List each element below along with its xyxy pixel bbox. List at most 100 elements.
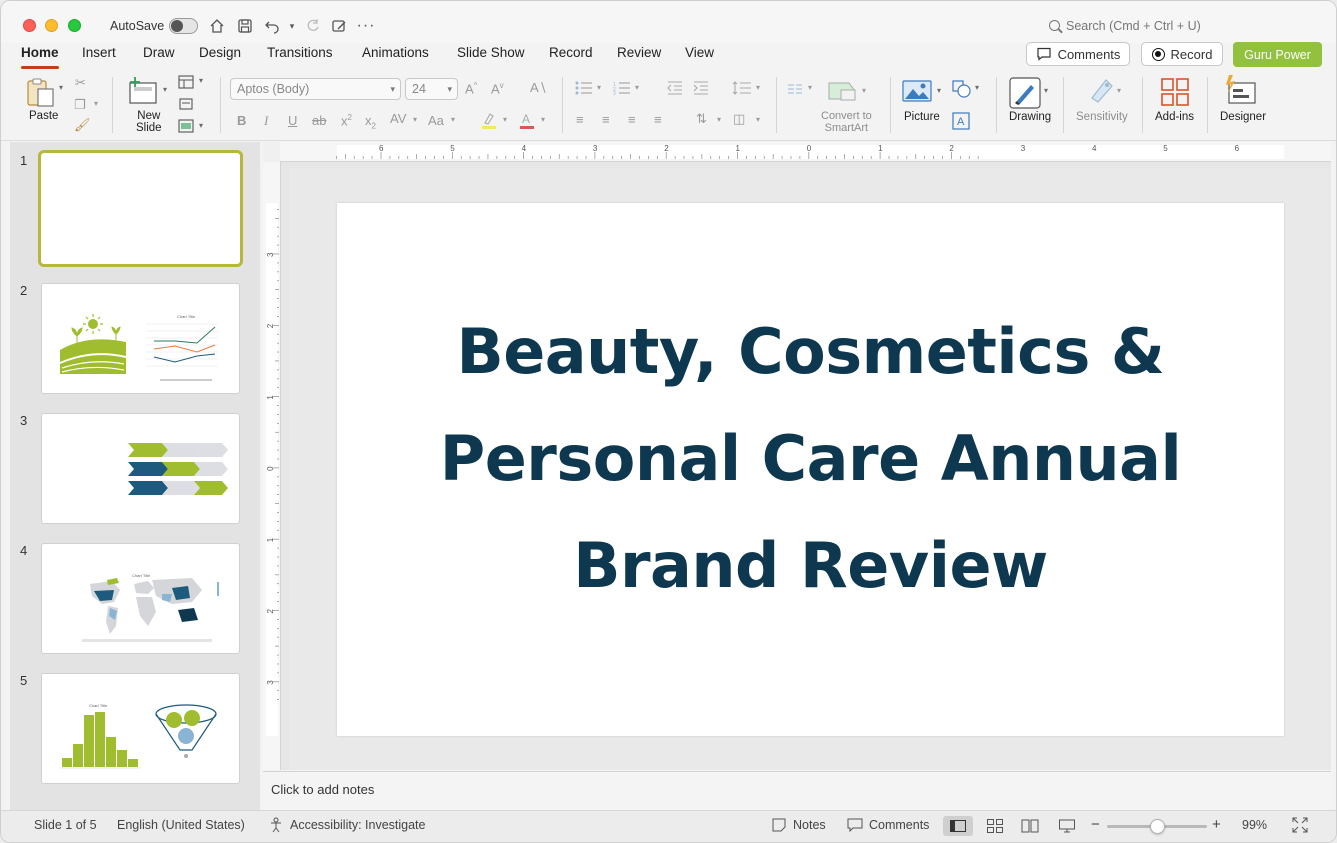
ruler-label: 1 <box>736 144 741 153</box>
comments-toggle[interactable]: Comments <box>869 818 929 832</box>
font-size-select[interactable]: 24 ▾ <box>405 78 458 100</box>
new-slide-dropdown-icon[interactable]: ▾ <box>163 85 167 94</box>
language-indicator[interactable]: English (United States) <box>117 818 245 832</box>
ruler-label: 0 <box>807 144 812 153</box>
paste-dropdown-icon[interactable]: ▾ <box>59 83 63 92</box>
accessibility-status[interactable]: Accessibility: Investigate <box>290 818 425 832</box>
layout-icon[interactable] <box>178 75 194 92</box>
search-icon <box>1049 20 1060 31</box>
notes-toggle[interactable]: Notes <box>793 818 826 832</box>
zoom-window-button[interactable] <box>68 19 81 32</box>
record-button[interactable]: Record <box>1141 42 1223 66</box>
undo-icon[interactable] <box>262 16 282 36</box>
tab-animations[interactable]: Animations <box>362 45 429 60</box>
tab-record[interactable]: Record <box>549 45 593 60</box>
align-text-icon: ◫ <box>733 111 746 126</box>
ruler-label: 1 <box>266 395 275 400</box>
copy-icon: ❐ <box>74 97 86 112</box>
format-painter-icon[interactable]: 🖌 <box>74 117 91 133</box>
tab-draw[interactable]: Draw <box>143 45 175 60</box>
customize-toolbar-icon[interactable] <box>329 16 349 36</box>
thumbnail-slide-5[interactable]: Chart Title <box>41 673 240 784</box>
slide-indicator: Slide 1 of 5 <box>34 818 97 832</box>
minimize-window-button[interactable] <box>45 19 58 32</box>
zoom-slider-handle[interactable] <box>1150 819 1165 834</box>
thumbnail-slide-4[interactable]: Chart Title <box>41 543 240 654</box>
thumbnail-slide-2[interactable]: Chart Title <box>41 283 240 394</box>
normal-view-button[interactable] <box>943 816 973 836</box>
font-color-dropdown-icon: ▾ <box>541 115 546 124</box>
zoom-slider[interactable] <box>1107 819 1207 834</box>
svg-text:Chart Title: Chart Title <box>132 573 151 578</box>
tab-view[interactable]: View <box>685 45 714 60</box>
tab-transitions[interactable]: Transitions <box>267 45 333 60</box>
increase-font-size-icon: A^ <box>465 81 478 97</box>
paste-icon[interactable] <box>25 77 57 112</box>
slide-title[interactable]: Beauty, Cosmetics & Personal Care Annual… <box>377 298 1244 619</box>
tab-insert[interactable]: Insert <box>82 45 116 60</box>
text-box-icon[interactable]: A <box>952 112 970 133</box>
save-icon[interactable] <box>235 16 255 36</box>
sensitivity-label: Sensitivity <box>1076 111 1128 123</box>
vertical-ruler[interactable]: 3 2 1 0 1 2 3 <box>263 162 281 770</box>
picture-dropdown-icon[interactable]: ▾ <box>937 86 941 95</box>
zoom-percentage[interactable]: 99% <box>1242 818 1267 832</box>
zoom-in-button[interactable]: + <box>1212 816 1221 833</box>
ribbon-tabs: Home Insert Draw Design Transitions Anim… <box>1 43 1336 71</box>
ruler-label: 0 <box>266 466 275 471</box>
drawing-icon[interactable] <box>1009 77 1043 112</box>
home-icon[interactable] <box>207 16 227 36</box>
tab-home[interactable]: Home <box>21 45 59 69</box>
align-right-icon: ≡ <box>628 112 636 127</box>
svg-text:A: A <box>957 116 965 128</box>
fit-to-window-icon[interactable] <box>1292 817 1308 836</box>
ruler-label: 3 <box>266 252 275 257</box>
new-slide-icon[interactable] <box>128 77 158 108</box>
text-direction-dropdown-icon: ▾ <box>717 115 722 124</box>
tab-design[interactable]: Design <box>199 45 241 60</box>
reading-view-button[interactable] <box>1015 816 1045 836</box>
font-name-select[interactable]: Aptos (Body) ▾ <box>230 78 401 100</box>
slide-sorter-button[interactable] <box>980 816 1010 836</box>
tab-review[interactable]: Review <box>617 45 661 60</box>
picture-icon[interactable] <box>902 79 932 106</box>
zoom-out-button[interactable]: − <box>1091 816 1100 833</box>
add-ins-icon[interactable] <box>1160 77 1190 110</box>
section-icon[interactable] <box>178 119 194 136</box>
shapes-icon[interactable] <box>952 80 972 101</box>
thumbnail-number: 3 <box>20 413 28 428</box>
thumbnail-number: 5 <box>20 673 28 688</box>
picture-label: Picture <box>904 111 940 123</box>
tab-slide-show[interactable]: Slide Show <box>457 45 525 60</box>
current-slide[interactable]: Beauty, Cosmetics & Personal Care Annual… <box>337 203 1284 736</box>
guru-power-button[interactable]: Guru Power <box>1233 42 1322 67</box>
horizontal-ruler[interactable]: 6 5 4 3 2 1 0 1 2 3 4 5 6 <box>280 142 1331 162</box>
change-case-dropdown-icon: ▾ <box>451 115 456 124</box>
thumbnail-slide-1[interactable] <box>38 150 243 267</box>
more-options-icon[interactable]: ··· <box>356 16 376 36</box>
slide-show-button[interactable] <box>1052 816 1082 836</box>
designer-icon[interactable] <box>1225 75 1257 108</box>
font-name-value: Aptos (Body) <box>237 82 310 96</box>
drawing-dropdown-icon[interactable]: ▾ <box>1044 86 1048 95</box>
search-box[interactable]: Search (Cmd + Ctrl + U) <box>1049 19 1201 33</box>
superscript-icon: x2 <box>341 113 352 129</box>
thumbnail-slide-3[interactable] <box>41 413 240 524</box>
comments-button[interactable]: Comments <box>1026 42 1130 66</box>
reset-icon[interactable] <box>178 97 194 114</box>
shapes-dropdown-icon[interactable]: ▾ <box>975 83 979 92</box>
bullets-dropdown-icon: ▾ <box>597 83 602 92</box>
ruler-label: 6 <box>379 144 384 153</box>
autosave-toggle[interactable] <box>169 18 198 34</box>
change-case-icon: Aa <box>428 113 444 128</box>
notes-pane[interactable]: Click to add notes <box>263 771 1331 810</box>
slide-sorter-icon <box>987 819 1003 833</box>
close-window-button[interactable] <box>23 19 36 32</box>
layout-dropdown-icon[interactable]: ▾ <box>199 76 203 85</box>
undo-dropdown-icon[interactable]: ▾ <box>282 16 302 36</box>
record-icon <box>1151 47 1165 61</box>
thumbnail-chevron-diagram <box>128 443 228 495</box>
notes-icon <box>772 818 786 835</box>
section-dropdown-icon[interactable]: ▾ <box>199 121 203 130</box>
underline-icon: U <box>288 113 298 128</box>
